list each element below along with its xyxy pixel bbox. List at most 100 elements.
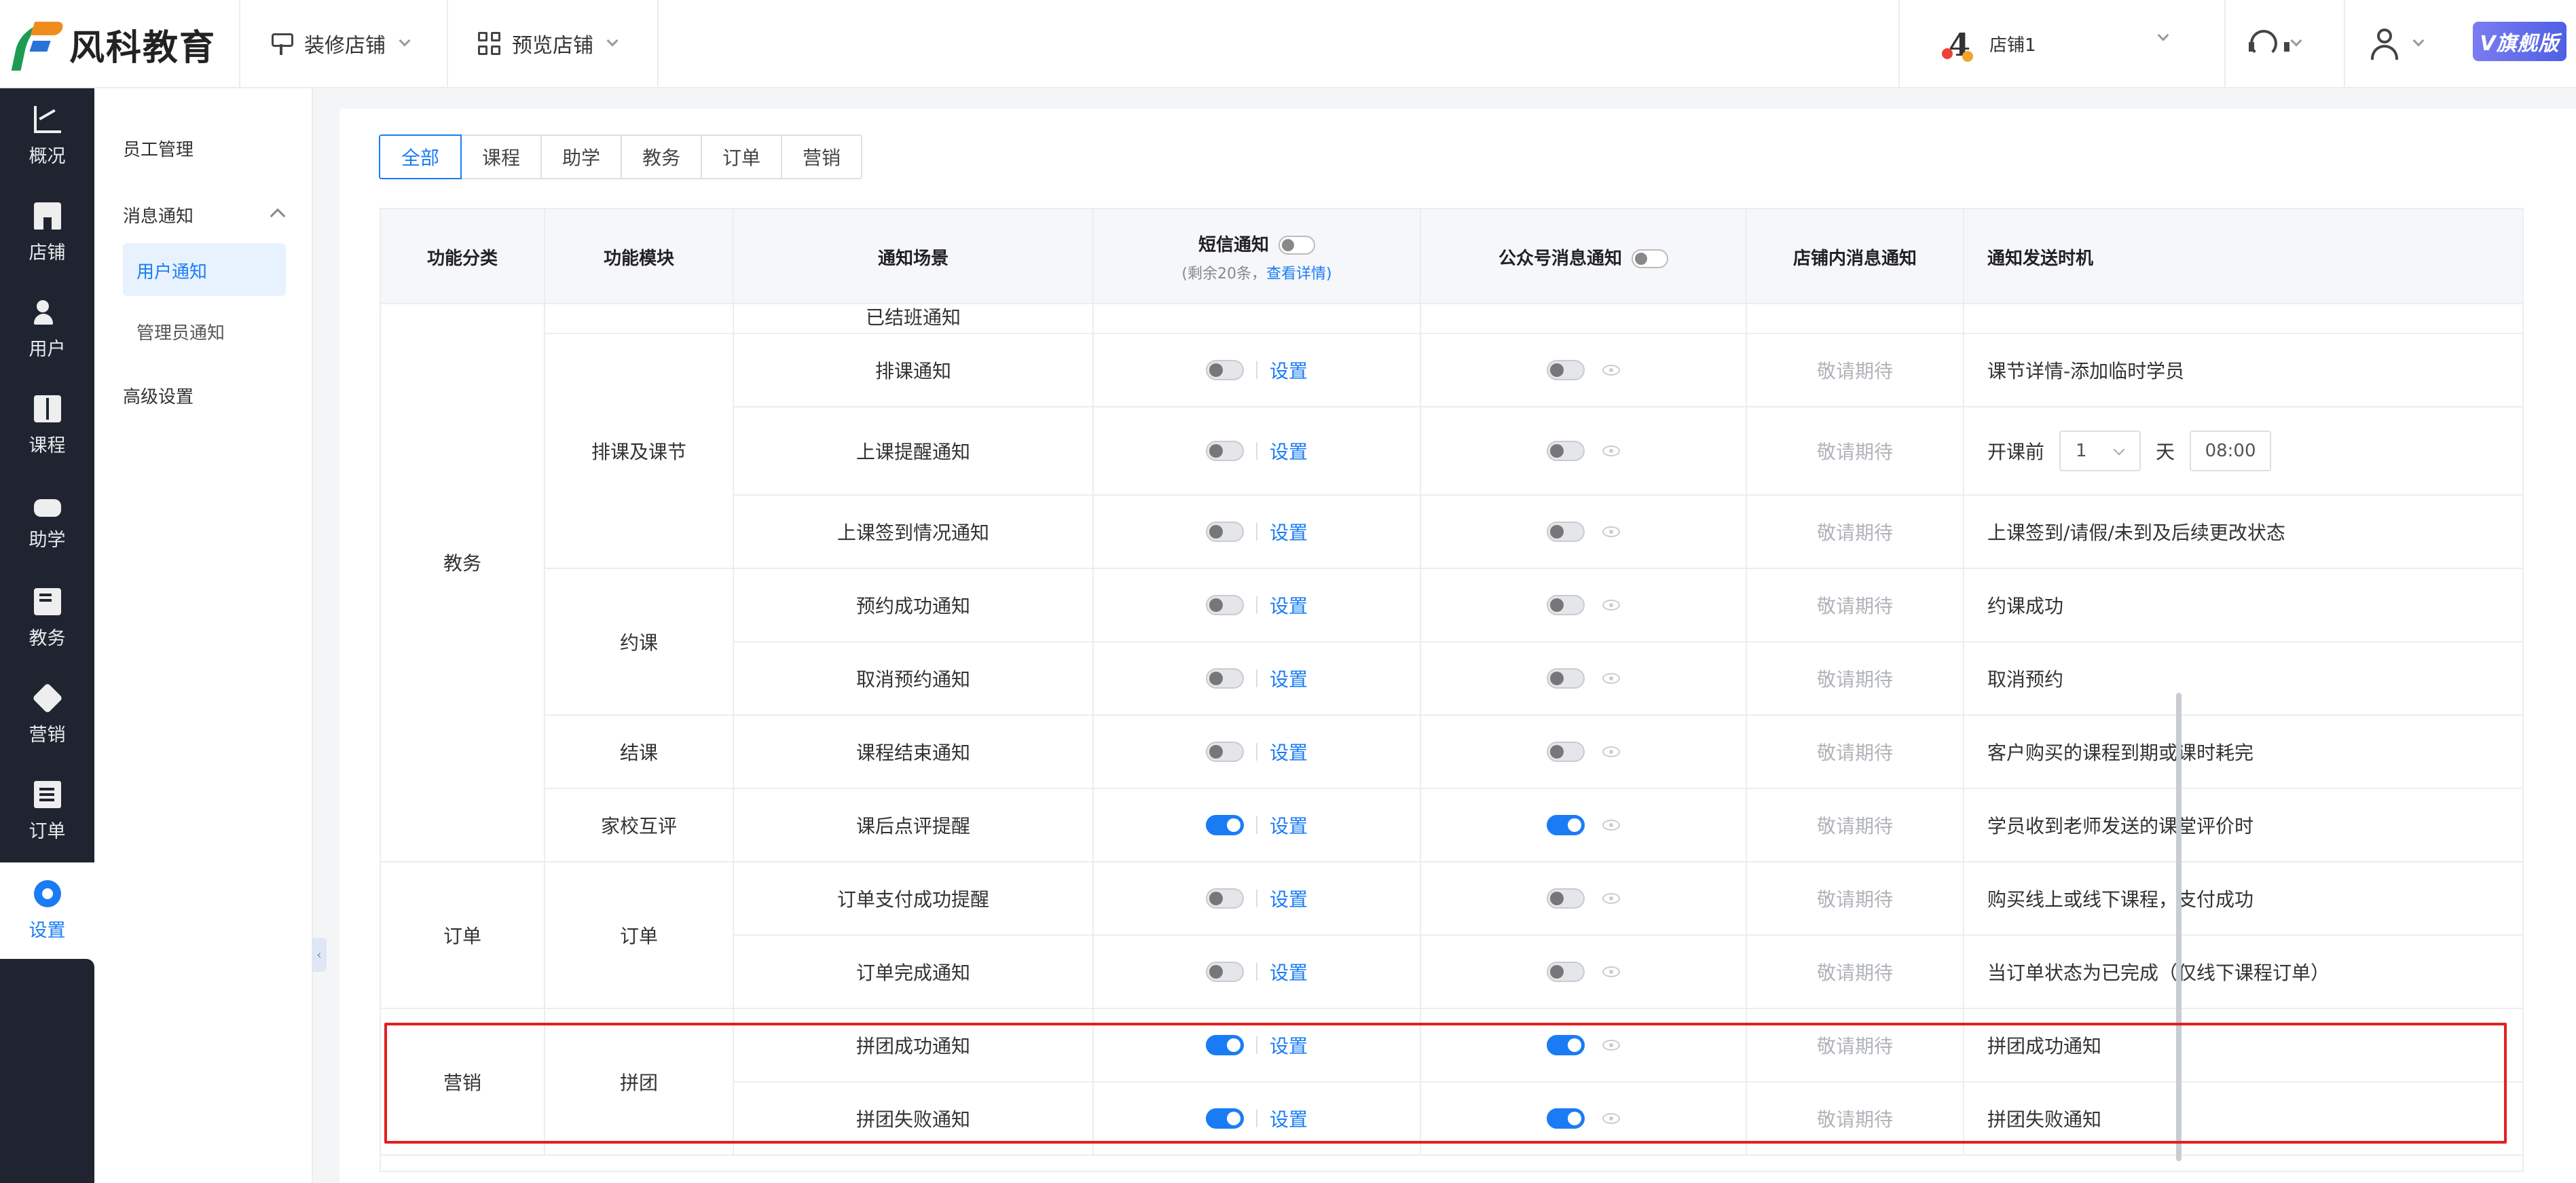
submenu-message[interactable]: 消息通知 xyxy=(123,202,194,228)
support-menu[interactable] xyxy=(2224,0,2344,87)
sidebar-item-store[interactable]: 店铺 xyxy=(0,185,94,281)
brand-logo[interactable]: 风科教育 xyxy=(11,14,217,75)
sidebar-item-orders[interactable]: 订单 xyxy=(0,763,94,860)
sms-master-toggle[interactable] xyxy=(1278,236,1315,255)
sms-setting-link[interactable]: 设置 xyxy=(1270,1032,1308,1059)
tab-study-aid[interactable]: 助学 xyxy=(540,136,621,178)
wechat-toggle[interactable] xyxy=(1547,742,1585,762)
scene-label: 排课通知 xyxy=(875,360,951,382)
eye-icon[interactable] xyxy=(1602,365,1620,376)
eye-icon[interactable] xyxy=(1602,1113,1620,1124)
scene-label: 拼团成功通知 xyxy=(855,1035,970,1057)
pending-label: 敬请期待 xyxy=(1816,1108,1893,1131)
eye-icon[interactable] xyxy=(1602,966,1620,977)
wechat-toggle[interactable] xyxy=(1547,815,1585,835)
submenu-advanced[interactable]: 高级设置 xyxy=(123,383,194,408)
wechat-toggle[interactable] xyxy=(1547,595,1585,615)
eye-icon[interactable] xyxy=(1602,746,1620,757)
eye-icon[interactable] xyxy=(1602,893,1620,904)
chevron-up-icon[interactable] xyxy=(270,208,286,224)
submenu-staff[interactable]: 员工管理 xyxy=(123,136,194,161)
eye-icon[interactable] xyxy=(1602,600,1620,611)
sidebar-item-settings[interactable]: 设置 xyxy=(0,862,94,959)
tab-all[interactable]: 全部 xyxy=(379,134,462,179)
gear-icon xyxy=(33,879,61,907)
wechat-toggle[interactable] xyxy=(1547,441,1585,461)
sms-toggle[interactable] xyxy=(1205,1108,1244,1129)
sms-toggle[interactable] xyxy=(1205,815,1244,835)
module-cell-booking: 约课 xyxy=(545,569,734,716)
time-input[interactable]: 08:00 xyxy=(2190,431,2272,471)
wechat-cell xyxy=(1421,642,1747,716)
sms-setting-link[interactable]: 设置 xyxy=(1270,518,1308,545)
sidebar-item-study-aid[interactable]: 助学 xyxy=(0,474,94,570)
sms-toggle[interactable] xyxy=(1205,360,1244,380)
sms-setting-link[interactable]: 设置 xyxy=(1270,665,1308,692)
sms-toggle[interactable] xyxy=(1205,1035,1244,1055)
scene-label: 拼团失败通知 xyxy=(855,1108,970,1131)
sms-detail-link[interactable]: 查看详情) xyxy=(1266,266,1332,283)
scene-label: 取消预约通知 xyxy=(855,668,970,691)
sms-setting-link[interactable]: 设置 xyxy=(1270,437,1308,465)
sms-setting-link[interactable]: 设置 xyxy=(1270,885,1308,912)
submenu-user-notice[interactable]: 用户通知 xyxy=(136,258,207,283)
sms-setting-link[interactable]: 设置 xyxy=(1270,812,1308,839)
table-scrollbar[interactable] xyxy=(2176,693,2182,1161)
submenu-admin-notice[interactable]: 管理员通知 xyxy=(136,319,225,344)
preview-store-menu[interactable]: 预览店铺 xyxy=(447,0,659,87)
timing-cell: 学员收到老师发送的课堂评价时 xyxy=(1964,789,2522,862)
divider xyxy=(1255,442,1257,460)
sms-setting-link[interactable]: 设置 xyxy=(1270,958,1308,985)
wechat-toggle[interactable] xyxy=(1547,1108,1585,1129)
sms-setting-link[interactable]: 设置 xyxy=(1270,592,1308,619)
sms-setting-link[interactable]: 设置 xyxy=(1270,1105,1308,1132)
sms-toggle[interactable] xyxy=(1205,888,1244,909)
sms-cell: 设置 xyxy=(1094,716,1421,789)
collapse-sidebar-button[interactable]: ‹ xyxy=(312,938,327,972)
wechat-cell xyxy=(1421,569,1747,642)
tab-marketing[interactable]: 营销 xyxy=(781,136,861,178)
decorate-store-menu[interactable]: 装修店铺 xyxy=(239,0,447,87)
sms-toggle[interactable] xyxy=(1205,522,1244,542)
scene-cell: 排课通知 xyxy=(734,334,1094,407)
sms-toggle[interactable] xyxy=(1205,441,1244,461)
store-selector[interactable]: 4 店铺1 xyxy=(1898,0,2224,87)
wechat-cell xyxy=(1421,1009,1747,1082)
timing-label: 拼团失败通知 xyxy=(1987,1108,2102,1131)
sms-toggle[interactable] xyxy=(1205,742,1244,762)
wechat-toggle[interactable] xyxy=(1547,1035,1585,1055)
instore-cell: 敬请期待 xyxy=(1747,862,1964,936)
eye-icon[interactable] xyxy=(1602,820,1620,831)
wechat-toggle[interactable] xyxy=(1547,962,1585,982)
sidebar-item-academic[interactable]: 教务 xyxy=(0,570,94,667)
wechat-toggle[interactable] xyxy=(1547,888,1585,909)
pending-label: 敬请期待 xyxy=(1816,668,1893,691)
scene-cell: 上课提醒通知 xyxy=(734,407,1094,496)
wechat-toggle[interactable] xyxy=(1547,360,1585,380)
wechat-toggle[interactable] xyxy=(1547,522,1585,542)
wechat-master-toggle[interactable] xyxy=(1632,249,1668,268)
sms-setting-link[interactable]: 设置 xyxy=(1270,357,1308,384)
divider xyxy=(1255,361,1257,379)
tab-order[interactable]: 订单 xyxy=(701,136,781,178)
sms-toggle[interactable] xyxy=(1205,962,1244,982)
sms-cell: 设置 xyxy=(1094,789,1421,862)
days-select[interactable]: 1 xyxy=(2059,431,2141,471)
tab-academic[interactable]: 教务 xyxy=(621,136,701,178)
eye-icon[interactable] xyxy=(1602,526,1620,537)
brand-name: 风科教育 xyxy=(69,27,217,69)
eye-icon[interactable] xyxy=(1602,673,1620,684)
eye-icon[interactable] xyxy=(1602,1040,1620,1051)
sms-setting-link[interactable]: 设置 xyxy=(1270,738,1308,765)
account-menu[interactable] xyxy=(2344,0,2463,87)
flagship-badge[interactable]: V旗舰版 xyxy=(2473,22,2566,61)
sms-toggle[interactable] xyxy=(1205,668,1244,689)
sidebar-item-courses[interactable]: 课程 xyxy=(0,378,94,474)
sidebar-item-users[interactable]: 用户 xyxy=(0,281,94,378)
sms-toggle[interactable] xyxy=(1205,595,1244,615)
eye-icon[interactable] xyxy=(1602,445,1620,456)
wechat-toggle[interactable] xyxy=(1547,668,1585,689)
sidebar-item-overview[interactable]: 概况 xyxy=(0,88,94,185)
tab-course[interactable]: 课程 xyxy=(460,136,540,178)
sidebar-item-marketing[interactable]: 营销 xyxy=(0,667,94,763)
